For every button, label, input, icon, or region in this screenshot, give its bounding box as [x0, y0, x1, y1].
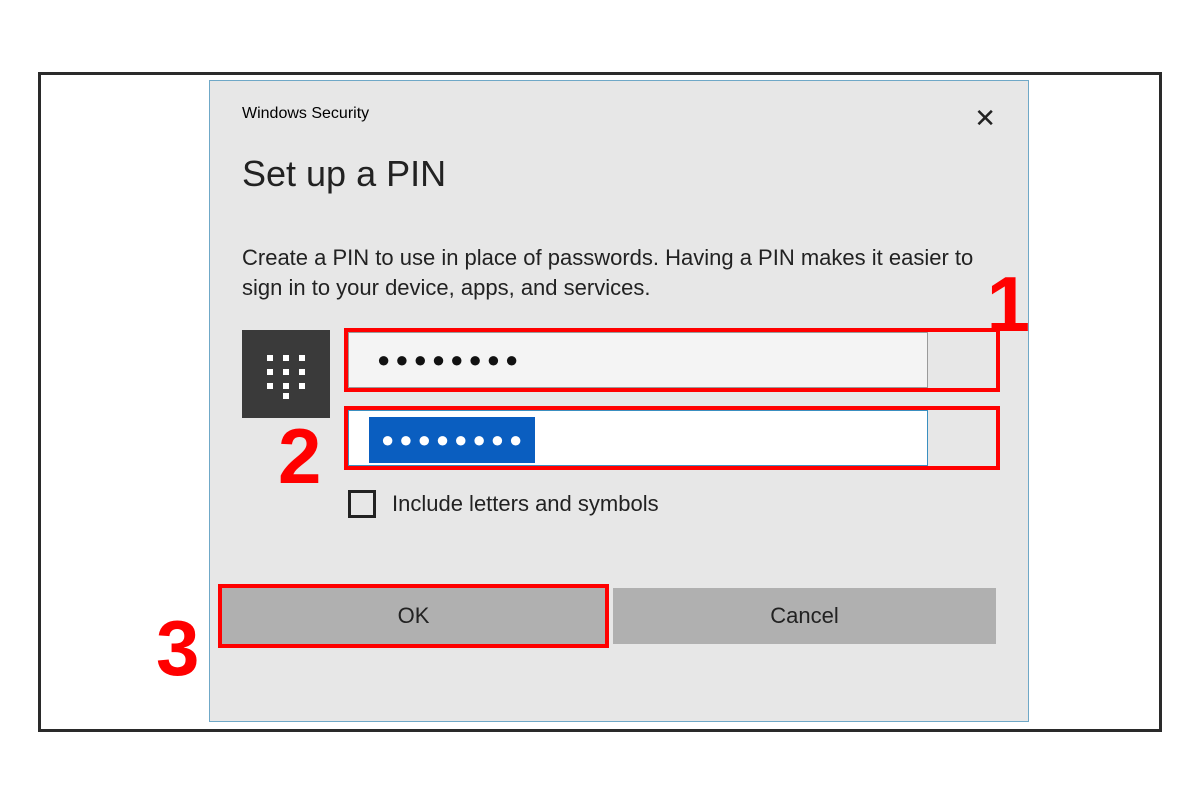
pin-fields: ●●●●●●●● ●●●●●●●● — [348, 330, 996, 466]
confirm-pin-value: ●●●●●●●● — [369, 417, 535, 463]
include-symbols-label: Include letters and symbols — [392, 491, 659, 517]
pin-entry-section: ●●●●●●●● ●●●●●●●● — [242, 330, 996, 466]
include-symbols-checkbox[interactable] — [348, 490, 376, 518]
ok-button[interactable]: OK — [222, 588, 605, 644]
include-symbols-row: Include letters and symbols — [348, 490, 996, 518]
new-pin-field-wrap: ●●●●●●●● — [348, 332, 996, 388]
windows-security-dialog: Windows Security ✕ Set up a PIN Create a… — [209, 80, 1029, 722]
dialog-titlebar: Windows Security ✕ — [242, 105, 996, 131]
annotation-step-2: 2 — [278, 417, 321, 495]
confirm-pin-input[interactable]: ●●●●●●●● — [348, 410, 928, 466]
screenshot-frame: Windows Security ✕ Set up a PIN Create a… — [38, 72, 1162, 732]
dialog-heading: Set up a PIN — [242, 153, 996, 195]
confirm-pin-field-wrap: ●●●●●●●● — [348, 410, 996, 466]
dialog-title: Windows Security — [242, 105, 369, 123]
ok-button-highlight: OK — [222, 588, 605, 644]
new-pin-input[interactable]: ●●●●●●●● — [348, 332, 928, 388]
new-pin-value: ●●●●●●●● — [363, 333, 913, 387]
dialog-buttons: OK Cancel — [222, 588, 996, 644]
cancel-button[interactable]: Cancel — [613, 588, 996, 644]
close-icon[interactable]: ✕ — [974, 105, 996, 131]
dialog-description: Create a PIN to use in place of password… — [242, 243, 996, 302]
annotation-step-3: 3 — [156, 609, 199, 687]
annotation-step-1: 1 — [987, 265, 1030, 343]
keypad-icon — [242, 330, 330, 418]
